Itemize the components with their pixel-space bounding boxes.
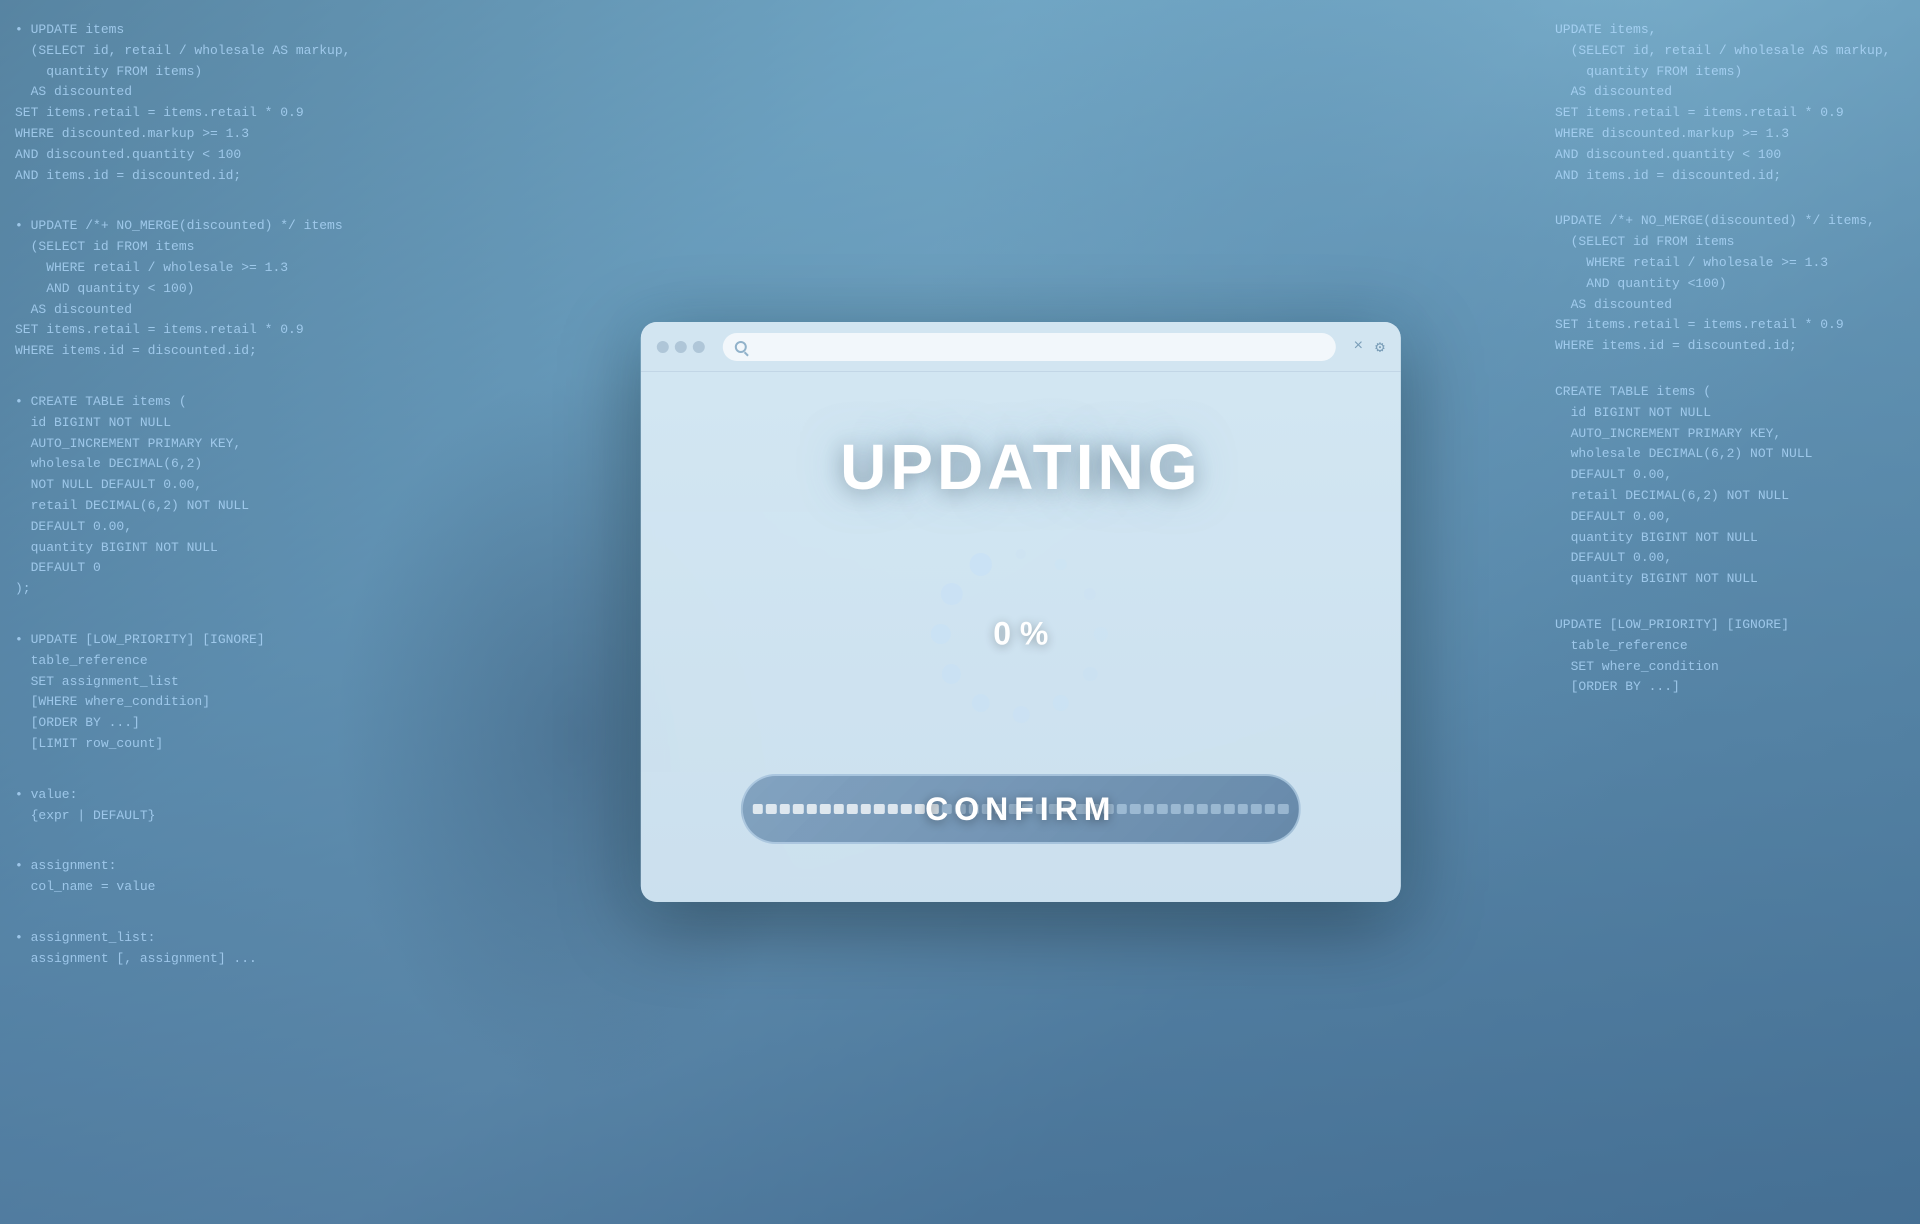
progress-segment: [1251, 804, 1261, 814]
progress-segment: [914, 804, 924, 814]
spinner-dot: [1094, 627, 1108, 641]
confirm-button[interactable]: CONFIRM: [741, 774, 1301, 844]
progress-segment: [1184, 804, 1194, 814]
progress-segment: [1278, 804, 1288, 814]
spinner-dot: [1083, 667, 1098, 682]
progress-segment: [834, 804, 844, 814]
code-block-right-4: UPDATE [LOW_PRIORITY] [IGNORE] table_ref…: [1555, 615, 1905, 698]
code-block-left-2: • UPDATE /*+ NO_MERGE(discounted) */ ite…: [15, 216, 415, 362]
code-overlay-left: • UPDATE items (SELECT id, retail / whol…: [0, 0, 430, 1224]
progress-segment: [1265, 804, 1275, 814]
progress-segment: [1130, 804, 1140, 814]
spinner-dot: [931, 624, 952, 645]
progress-segment: [820, 804, 830, 814]
spinner-dot: [942, 664, 961, 683]
confirm-label: CONFIRM: [925, 791, 1116, 828]
progress-segment: [1170, 804, 1180, 814]
progress-segment: [847, 804, 857, 814]
progress-segment: [1197, 804, 1207, 814]
progress-segment: [1211, 804, 1221, 814]
code-block-right-2: UPDATE /*+ NO_MERGE(discounted) */ items…: [1555, 211, 1905, 357]
confirm-area: CONFIRM: [741, 774, 1301, 844]
progress-segment: [874, 804, 884, 814]
spinner-container: 0 %: [921, 534, 1121, 734]
code-overlay-right: UPDATE items, (SELECT id, retail / whole…: [1540, 0, 1920, 1224]
settings-icon[interactable]: ⚙: [1375, 337, 1385, 357]
address-bar[interactable]: [723, 333, 1336, 361]
progress-segment: [861, 804, 871, 814]
progress-segment: [901, 804, 911, 814]
browser-content: UPDATING 0 % CONFIRM: [641, 372, 1401, 902]
spinner-dot: [969, 553, 992, 576]
traffic-light-1: [657, 341, 669, 353]
code-block-left-5: • value: {expr | DEFAULT}: [15, 785, 415, 827]
code-block-right-1: UPDATE items, (SELECT id, retail / whole…: [1555, 20, 1905, 186]
code-block-right-3: CREATE TABLE items ( id BIGINT NOT NULL …: [1555, 382, 1905, 590]
browser-titlebar: × ⚙: [641, 322, 1401, 372]
spinner-dot: [1055, 559, 1066, 570]
spinner-dot: [1053, 695, 1069, 711]
spinner-dot: [1012, 706, 1029, 723]
progress-segment: [793, 804, 803, 814]
code-block-left-6: • assignment: col_name = value: [15, 856, 415, 898]
percent-text: 0 %: [993, 616, 1048, 653]
spinner-dot: [972, 694, 990, 712]
progress-segment: [753, 804, 763, 814]
browser-icons: × ⚙: [1354, 337, 1385, 357]
progress-segment: [1143, 804, 1153, 814]
progress-segment: [807, 804, 817, 814]
code-block-left-4: • UPDATE [LOW_PRIORITY] [IGNORE] table_r…: [15, 630, 415, 755]
progress-segment: [1238, 804, 1248, 814]
spinner-dot: [1084, 588, 1096, 600]
progress-segment: [766, 804, 776, 814]
progress-segment: [1116, 804, 1126, 814]
search-icon: [735, 341, 747, 353]
progress-segment: [1157, 804, 1167, 814]
traffic-lights: [657, 341, 705, 353]
code-block-left-1: • UPDATE items (SELECT id, retail / whol…: [15, 20, 415, 186]
traffic-light-3: [693, 341, 705, 353]
updating-title: UPDATING: [840, 430, 1201, 504]
progress-segment: [780, 804, 790, 814]
close-icon[interactable]: ×: [1354, 337, 1364, 357]
browser-window: × ⚙ UPDATING 0 % CONFIRM: [641, 322, 1401, 902]
progress-segment: [1224, 804, 1234, 814]
progress-segment: [887, 804, 897, 814]
code-block-left-7: • assignment_list: assignment [, assignm…: [15, 928, 415, 970]
traffic-light-2: [675, 341, 687, 353]
spinner-dot: [941, 583, 963, 605]
code-block-left-3: • CREATE TABLE items ( id BIGINT NOT NUL…: [15, 392, 415, 600]
spinner-dot: [1016, 549, 1026, 559]
